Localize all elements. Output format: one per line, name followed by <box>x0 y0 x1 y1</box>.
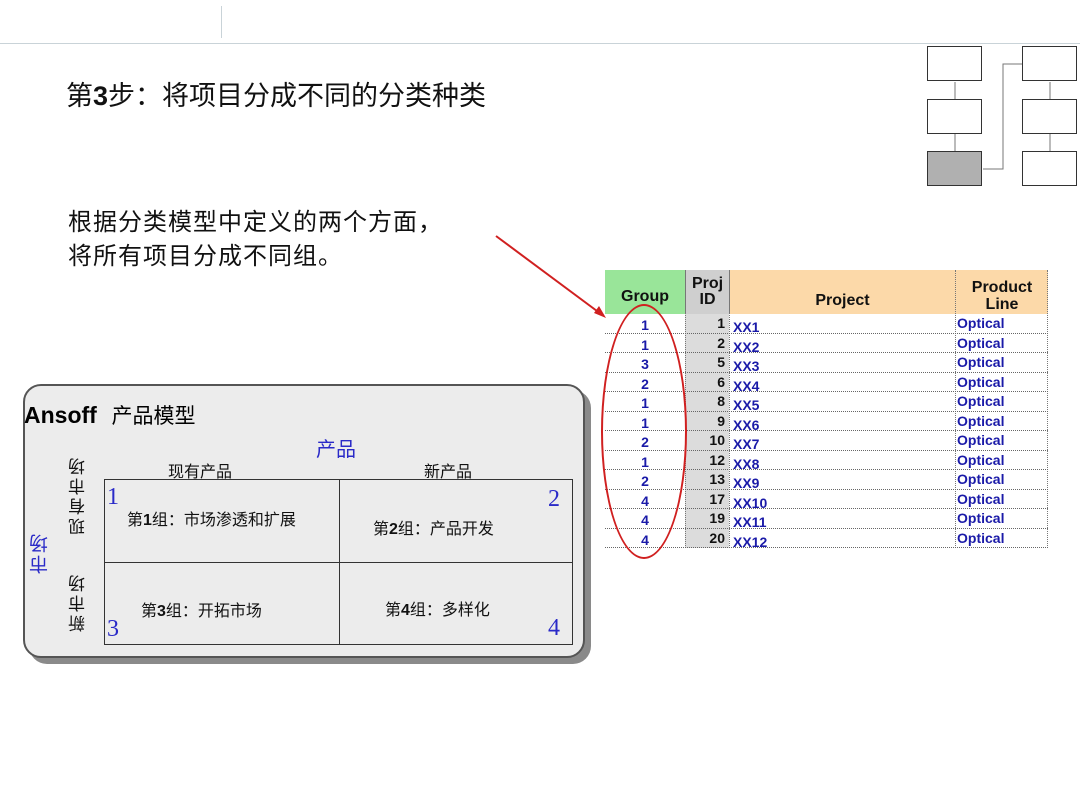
product-line-cell: Optical <box>957 354 1005 370</box>
proj-id-cell: 8 <box>717 393 725 409</box>
quadrant-3-label: 第3组：开拓市场 <box>141 601 262 620</box>
proj-id-cell: 2 <box>717 334 725 351</box>
row-existing-market: 现有市场 <box>69 455 89 535</box>
product-line-cell: Optical <box>957 334 1005 351</box>
quadrant-3-number: 3 <box>107 616 119 642</box>
proj-id-cell: 13 <box>709 471 725 487</box>
header-proj-id: Proj ID <box>685 270 729 314</box>
row-new-market: 新市场 <box>69 572 89 632</box>
quadrant-1-label: 第1组：市场渗透和扩展 <box>127 510 296 529</box>
product-axis-label: 产品 <box>316 437 356 461</box>
product-line-cell: Optical <box>957 432 1005 448</box>
process-step-3-active <box>927 151 982 186</box>
product-line-cell: Optical <box>957 412 1005 429</box>
proj-id-cell: 6 <box>717 373 725 390</box>
market-axis-label: 市场 <box>29 532 51 574</box>
ansoff-title: Ansoff 产品模型 <box>24 402 196 428</box>
process-connectors <box>954 63 1051 170</box>
product-line-cell: Optical <box>957 529 1005 546</box>
table-row: 1 1 XX1 Optical <box>605 314 1048 335</box>
process-step-2 <box>927 99 982 134</box>
project-cell: XX12 <box>733 533 768 550</box>
quadrant-2-number: 2 <box>548 486 560 512</box>
process-step-4 <box>1022 46 1077 81</box>
product-line-cell: Optical <box>957 471 1005 487</box>
proj-id-cell: 12 <box>709 451 725 468</box>
table-row: 4 20 XX12 Optical <box>605 529 1048 550</box>
proj-id-cell: 5 <box>717 354 725 370</box>
proj-id-cell: 1 <box>717 315 725 331</box>
proj-id-cell: 20 <box>709 529 725 546</box>
process-step-6 <box>1022 151 1077 186</box>
grid-divider-horizontal <box>105 562 572 563</box>
product-line-cell: Optical <box>957 490 1005 507</box>
product-line-cell: Optical <box>957 315 1005 331</box>
proj-id-cell: 19 <box>709 510 725 526</box>
process-step-1 <box>927 46 982 81</box>
header-product-line: Product Line <box>955 270 1048 314</box>
product-line-cell: Optical <box>957 393 1005 409</box>
quadrant-4-label: 第4组：多样化 <box>385 600 490 619</box>
quadrant-2-label: 第2组：产品开发 <box>373 519 494 538</box>
process-step-5 <box>1022 99 1077 134</box>
proj-id-cell: 9 <box>717 412 725 429</box>
quadrant-4-number: 4 <box>548 615 560 641</box>
slide-description: 根据分类模型中定义的两个方面，将所有项目分成不同组。 <box>68 208 443 270</box>
quadrant-1-number: 1 <box>107 484 119 510</box>
group-column-highlight <box>601 304 687 559</box>
header-project: Project <box>729 270 955 314</box>
proj-id-cell: 10 <box>709 432 725 448</box>
product-line-cell: Optical <box>957 510 1005 526</box>
proj-id-cell: 17 <box>709 490 725 507</box>
product-line-cell: Optical <box>957 451 1005 468</box>
product-line-cell: Optical <box>957 373 1005 390</box>
